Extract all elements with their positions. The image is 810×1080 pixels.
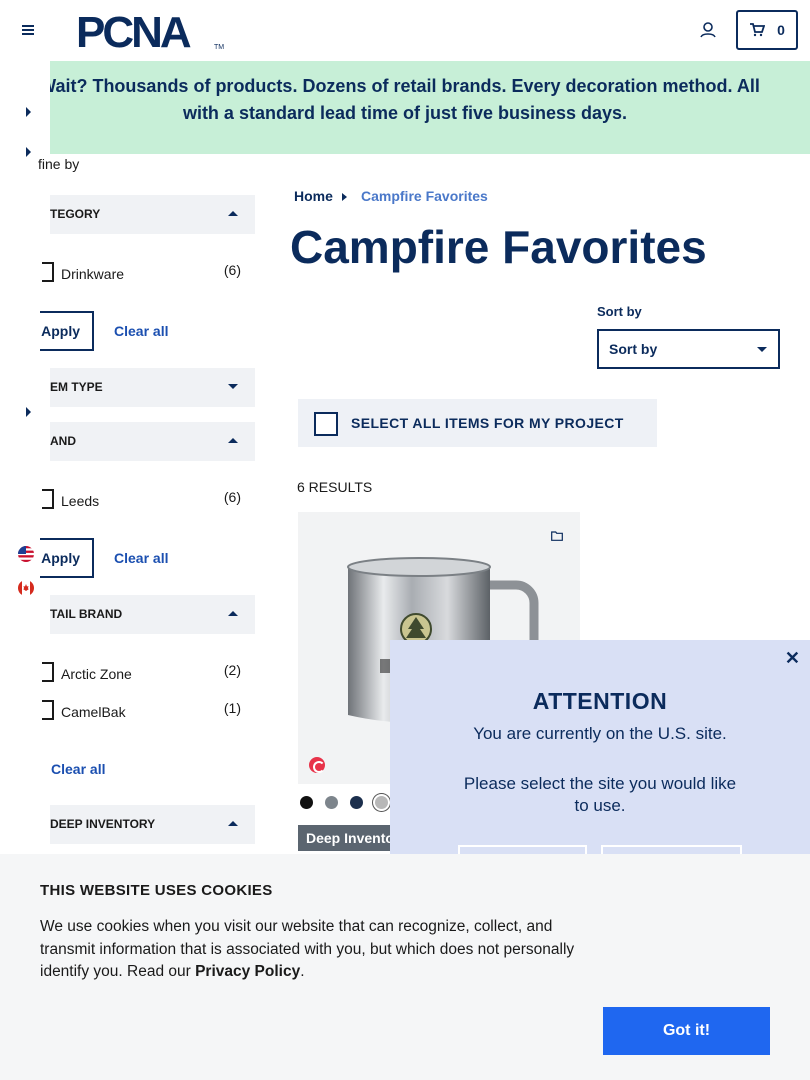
- side-rail: [0, 61, 50, 856]
- sort-select[interactable]: Sort by: [597, 329, 780, 369]
- user-account-icon[interactable]: [698, 20, 718, 40]
- cookie-title: THIS WEBSITE USES COOKIES: [40, 882, 273, 899]
- checkbox[interactable]: [42, 700, 54, 720]
- breadcrumb-separator-icon: [342, 193, 347, 201]
- svg-text:PCNA: PCNA: [76, 9, 191, 53]
- cookie-banner: THIS WEBSITE USES COOKIES We use cookies…: [0, 854, 810, 1080]
- menu-icon[interactable]: [18, 22, 38, 38]
- chevron-down-icon: [757, 347, 767, 352]
- checkbox[interactable]: [42, 662, 54, 682]
- clear-all-link[interactable]: Clear all: [114, 550, 168, 566]
- cookie-body: We use cookies when you visit our websit…: [40, 918, 575, 980]
- checkbox[interactable]: [42, 262, 54, 282]
- filter-option-camelbak[interactable]: CamelBak (1): [42, 700, 245, 722]
- privacy-policy-link[interactable]: Privacy Policy: [195, 963, 300, 980]
- refine-label: fine by: [38, 156, 80, 172]
- modal-message: You are currently on the U.S. site.: [473, 724, 727, 743]
- filter-header-category[interactable]: TEGORY: [50, 195, 255, 234]
- results-count: 6 RESULTS: [297, 479, 373, 495]
- cart-button[interactable]: 0: [736, 10, 798, 50]
- color-swatch-selected[interactable]: [375, 796, 388, 809]
- checkbox[interactable]: [42, 489, 54, 509]
- cart-icon: [750, 23, 766, 37]
- filter-header-brand[interactable]: AND: [50, 422, 255, 461]
- select-all-checkbox[interactable]: [314, 412, 338, 436]
- breadcrumb-home[interactable]: Home: [294, 188, 333, 204]
- canada-flag-icon[interactable]: [18, 580, 34, 596]
- filter-header-retail-brand[interactable]: TAIL BRAND: [50, 595, 255, 634]
- modal-title: ATTENTION: [532, 688, 668, 714]
- pcna-logo[interactable]: PCNA TM: [76, 8, 226, 57]
- close-icon[interactable]: ✕: [785, 648, 800, 669]
- apply-button[interactable]: Apply: [40, 311, 94, 351]
- site-select-modal: ✕ ATTENTION You are currently on the U.S…: [390, 640, 810, 875]
- color-swatch[interactable]: [300, 796, 313, 809]
- promo-line-1: y Wait? Thousands of products. Dozens of…: [24, 76, 760, 96]
- filter-header-deep-inventory[interactable]: DEEP INVENTORY: [50, 805, 255, 844]
- filter-option-arctic-zone[interactable]: Arctic Zone (2): [42, 662, 245, 684]
- page-title: Campfire Favorites: [290, 221, 707, 273]
- clear-all-link[interactable]: Clear all: [114, 323, 168, 339]
- clear-all-link[interactable]: Clear all: [51, 761, 105, 777]
- cart-count: 0: [777, 22, 785, 38]
- rail-chevron-right-icon[interactable]: [26, 147, 31, 157]
- accept-cookies-button[interactable]: Got it!: [603, 1007, 770, 1055]
- caret-up-icon: [228, 611, 238, 616]
- promo-line-2: with a standard lead time of just five b…: [182, 103, 628, 123]
- us-flag-icon[interactable]: [18, 546, 34, 562]
- breadcrumb-current: Campfire Favorites: [361, 188, 488, 204]
- apply-button[interactable]: Apply: [40, 538, 94, 578]
- caret-up-icon: [228, 438, 238, 443]
- decoration-badge-icon: [309, 757, 325, 773]
- rail-chevron-right-icon[interactable]: [26, 107, 31, 117]
- select-all-items[interactable]: SELECT ALL ITEMS FOR MY PROJECT: [298, 399, 657, 447]
- color-swatch[interactable]: [325, 796, 338, 809]
- filter-option-leeds[interactable]: Leeds (6): [42, 489, 245, 511]
- sort-label: Sort by: [597, 304, 642, 319]
- color-swatch[interactable]: [350, 796, 363, 809]
- modal-prompt: Please select the site you would like to…: [463, 774, 737, 815]
- rail-chevron-right-icon[interactable]: [26, 407, 31, 417]
- promo-banner: y Wait? Thousands of products. Dozens of…: [0, 61, 810, 154]
- site-header: PCNA TM 0: [0, 0, 810, 61]
- svg-text:TM: TM: [214, 44, 224, 51]
- caret-down-icon: [228, 384, 238, 389]
- caret-up-icon: [228, 211, 238, 216]
- filter-option-drinkware[interactable]: Drinkware (6): [42, 262, 245, 284]
- caret-up-icon: [228, 821, 238, 826]
- add-to-project-folder-icon[interactable]: [551, 528, 563, 541]
- filter-header-item-type[interactable]: EM TYPE: [50, 368, 255, 407]
